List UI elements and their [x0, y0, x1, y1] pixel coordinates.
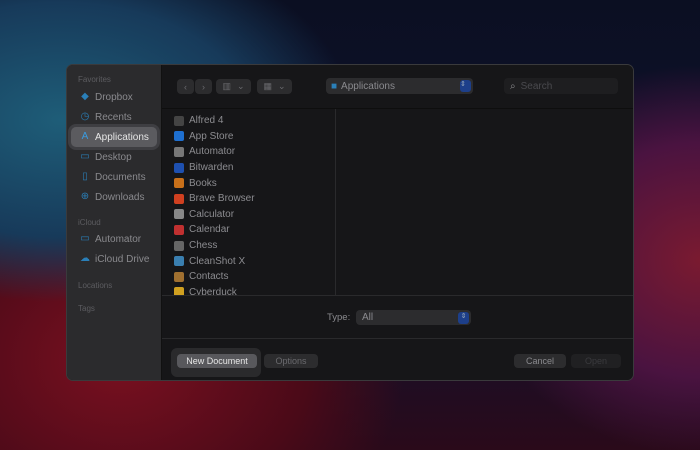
file-name: Brave Browser — [189, 193, 255, 205]
file-name: Calendar — [189, 224, 230, 236]
app-icon — [174, 146, 184, 157]
chevron-down-icon: ⌄ — [236, 81, 245, 91]
sidebar-item-recents[interactable]: ◷ Recents — [71, 107, 157, 127]
file-name: Contacts — [189, 271, 229, 283]
open-dialog: Favorites ◆ Dropbox ◷ Recents A Application… — [66, 64, 634, 381]
divider — [162, 295, 633, 296]
app-icon — [174, 256, 184, 267]
sidebar-item-dropbox[interactable]: ◆ Dropbox — [71, 87, 157, 107]
desktop-icon: ▭ — [80, 151, 90, 162]
app-icon — [174, 115, 184, 126]
file-row[interactable]: CleanShot X — [162, 253, 335, 269]
chevron-right-icon: › — [202, 81, 205, 92]
file-row[interactable]: Alfred 4 — [162, 113, 335, 129]
chevron-left-icon: ‹ — [184, 81, 187, 92]
dropbox-icon: ◆ — [81, 91, 89, 102]
section-tags: Tags — [78, 304, 95, 313]
type-popup[interactable]: All ⇕ — [356, 310, 471, 325]
app-icon — [174, 287, 184, 295]
app-icon — [174, 271, 184, 282]
folder-icon: ■ — [331, 80, 338, 92]
file-name: CleanShot X — [189, 255, 246, 267]
file-row[interactable]: Bitwarden — [162, 160, 335, 176]
chevron-down-icon: ⌄ — [277, 81, 286, 91]
location-popup[interactable]: ■ Applications ⇕ — [326, 78, 473, 94]
file-name: Bitwarden — [189, 162, 234, 174]
file-row[interactable]: Contacts — [162, 269, 335, 285]
sidebar-item-label: iCloud Drive — [95, 253, 150, 265]
sidebar-item-downloads[interactable]: ⊕ Downloads — [71, 187, 157, 207]
app-icon — [174, 224, 184, 235]
file-row[interactable]: App Store — [162, 129, 335, 145]
sidebar-item-label: Documents — [95, 171, 146, 183]
columns-icon: ▥ — [222, 81, 231, 91]
sidebar-item-label: Recents — [95, 111, 132, 123]
file-name: Alfred 4 — [189, 115, 224, 127]
file-row[interactable]: Brave Browser — [162, 191, 335, 207]
chevron-updown-icon: ⇕ — [460, 80, 471, 92]
toolbar: ‹ › ▥ ⌄ ▦ ⌄ ■ Applications ⇕ ⌕ Search — [162, 65, 633, 109]
app-icon — [174, 240, 184, 251]
file-row[interactable]: Calculator — [162, 207, 335, 223]
sidebar-item-automator[interactable]: ▭ Automator — [71, 229, 157, 249]
sidebar-item-label: Desktop — [95, 151, 132, 163]
app-icon — [174, 193, 184, 204]
file-row[interactable]: Cyberduck — [162, 285, 335, 295]
cloud-icon: ☁ — [80, 253, 90, 264]
sidebar-item-label: Applications — [95, 131, 149, 143]
view-columns-button[interactable]: ▥ ⌄ — [216, 79, 251, 94]
sidebar-item-label: Downloads — [95, 191, 145, 203]
open-button[interactable]: Open — [571, 354, 621, 368]
main-pane: ‹ › ▥ ⌄ ▦ ⌄ ■ Applications ⇕ ⌕ Search Alfred … — [162, 65, 633, 380]
new-document-button[interactable]: New Document — [177, 354, 257, 368]
app-icon — [174, 209, 184, 220]
cancel-button[interactable]: Cancel — [514, 354, 566, 368]
sidebar-item-applications[interactable]: A Applications — [71, 127, 157, 147]
file-name: App Store — [189, 130, 234, 142]
section-favorites: Favorites — [78, 75, 111, 84]
sidebar-item-desktop[interactable]: ▭ Desktop — [71, 147, 157, 167]
sidebar: Favorites ◆ Dropbox ◷ Recents A Application… — [67, 65, 162, 380]
search-icon: ⌕ — [510, 80, 516, 92]
back-button[interactable]: ‹ — [177, 79, 194, 94]
app-icon — [174, 162, 184, 173]
group-by-button[interactable]: ▦ ⌄ — [257, 79, 292, 94]
file-name: Calculator — [189, 208, 235, 220]
location-label: Applications — [341, 80, 395, 92]
file-row[interactable]: Chess — [162, 238, 335, 254]
file-list: Alfred 4 App Store Automator Bitwarden Books… — [162, 109, 336, 295]
file-row[interactable]: Books — [162, 175, 335, 191]
file-name: Cyberduck — [189, 286, 237, 295]
file-name: Automator — [189, 146, 236, 158]
chevron-updown-icon: ⇕ — [458, 311, 469, 324]
download-icon: ⊕ — [80, 191, 90, 202]
applications-icon: A — [81, 131, 89, 142]
app-icon — [174, 178, 184, 189]
type-label: Type: — [327, 312, 351, 323]
section-icloud: iCloud — [78, 218, 101, 227]
forward-button[interactable]: › — [195, 79, 212, 94]
file-name: Books — [189, 177, 217, 189]
file-row[interactable]: Calendar — [162, 222, 335, 238]
options-button[interactable]: Options — [264, 354, 318, 368]
folder-icon: ▭ — [80, 233, 90, 244]
divider — [162, 338, 633, 339]
sidebar-item-documents[interactable]: ▯ Documents — [71, 167, 157, 187]
sidebar-item-icloud-drive[interactable]: ☁ iCloud Drive — [71, 249, 157, 269]
search-placeholder: Search — [520, 80, 553, 92]
sidebar-item-label: Automator — [95, 233, 142, 245]
document-icon: ▯ — [82, 171, 88, 182]
clock-icon: ◷ — [80, 111, 90, 122]
search-input[interactable]: ⌕ Search — [504, 78, 618, 94]
grid-icon: ▦ — [263, 81, 272, 91]
file-name: Chess — [189, 240, 218, 252]
file-row[interactable]: Automator — [162, 144, 335, 160]
app-icon — [174, 131, 184, 142]
section-locations: Locations — [78, 281, 113, 290]
sidebar-item-label: Dropbox — [95, 91, 133, 103]
type-value: All — [362, 312, 374, 323]
